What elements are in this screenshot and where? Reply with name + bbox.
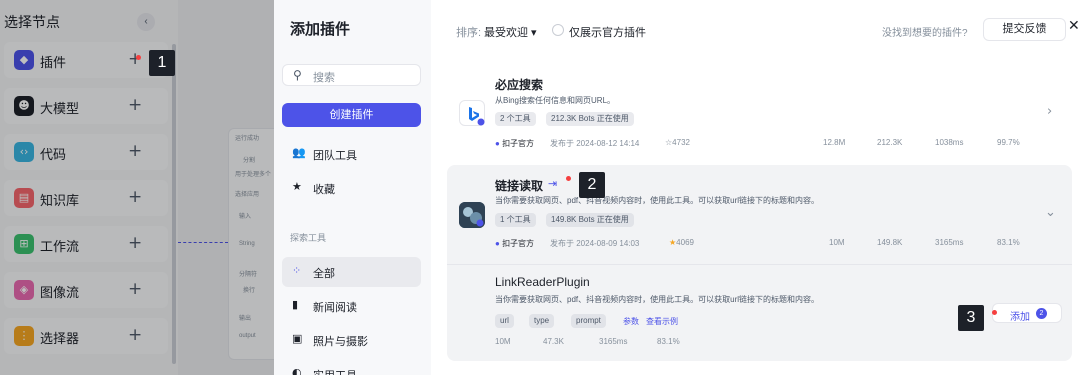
stat-calls: 12.8M (823, 138, 846, 147)
add-label: 添加 (1010, 312, 1030, 323)
divider (447, 264, 1072, 265)
params-link[interactable]: 参数 (623, 316, 639, 327)
sidebar-item-label: 收藏 (313, 184, 335, 196)
stat-bots: 212.3K (877, 138, 903, 147)
team-icon: 👥 (292, 146, 306, 159)
official-only-label[interactable]: 仅展示官方插件 (569, 24, 646, 40)
annotation-dot (992, 310, 997, 315)
sidebar-item-photo[interactable]: ▣ 照片与摄影 (282, 325, 421, 355)
news-icon: ▮ (292, 298, 299, 311)
sidebar-item-label: 新闻阅读 (313, 302, 357, 314)
add-count-badge: 2 (1036, 308, 1047, 319)
view-example-link[interactable]: 查看示例 (646, 316, 678, 327)
param-tag: url (495, 314, 514, 328)
create-plugin-button[interactable]: 创建插件 (282, 103, 421, 127)
sort-label: 排序: (456, 27, 482, 39)
favorite-value: 4069 (676, 238, 694, 247)
plugin-dialog-title: 添加插件 (290, 21, 351, 38)
sidebar-item-all[interactable]: ⁘ 全部 (282, 257, 421, 287)
stat-latency: 3165ms (599, 337, 628, 346)
tool-desc: 当你需要获取网页、pdf、抖音视频内容时，使用此工具。可以获取url链接下的标题… (495, 295, 820, 304)
sidebar-item-label: 团队工具 (313, 150, 357, 162)
stat-bots: 149.8K (877, 238, 903, 247)
sidebar-item-team-tools[interactable]: 👥 团队工具 (282, 139, 421, 169)
param-tag: type (529, 314, 555, 328)
publisher-icon: ● (495, 139, 503, 148)
search-icon: ⚲ (293, 68, 302, 82)
plugin-card-bing[interactable]: 必应搜索 从Bing搜索任何信息和网页URL。 2 个工具 212.3K Bot… (447, 66, 1072, 160)
bing-icon (459, 100, 485, 126)
sidebar-item-label: 实用工具 (313, 367, 357, 375)
param-tag: prompt (571, 314, 606, 328)
favorite-count: ☆4732 (665, 138, 690, 147)
sidebar-item-label: 全部 (313, 268, 335, 280)
chevron-right-icon[interactable]: › (1047, 104, 1052, 119)
publisher-label: 扣子官方 (502, 239, 535, 248)
annotation-dot (136, 55, 141, 60)
tool-count-tag: 1 个工具 (495, 213, 536, 227)
link-reader-icon (459, 202, 485, 228)
plugin-name: 链接读取 (495, 179, 544, 193)
grid-icon: ⁘ (292, 264, 302, 277)
stat-bots: 47.3K (543, 337, 564, 346)
sidebar-item-news[interactable]: ▮ 新闻阅读 (282, 291, 421, 321)
close-icon[interactable]: ✕ (1068, 18, 1080, 34)
bots-count-tag: 149.8K Bots 正在使用 (546, 213, 634, 227)
photo-icon: ▣ (292, 332, 303, 345)
stat-latency: 1038ms (935, 138, 964, 147)
not-found-text: 没找到想要的插件? (882, 28, 968, 39)
feedback-button[interactable]: 提交反馈 (983, 18, 1066, 41)
add-tool-button[interactable]: 添加 2 (992, 303, 1062, 323)
plugin-name: 必应搜索 (495, 78, 544, 92)
stat-latency: 3165ms (935, 238, 964, 247)
chevron-down-icon[interactable]: ⌄ (1045, 205, 1056, 220)
publisher-label: 扣子官方 (502, 139, 535, 148)
publisher-icon: ● (495, 239, 503, 248)
search-input[interactable]: ⚲ 搜索 (282, 64, 421, 86)
star-icon: ★ (292, 180, 302, 193)
sort-dropdown[interactable]: 最受欢迎 ▾ (484, 24, 537, 40)
annotation-badge-3: 3 (958, 305, 984, 331)
plugin-card-link-reader[interactable]: 链接读取 ⇥ 当你需要获取网页、pdf、抖音视频内容时，使用此工具。可以获取ur… (447, 165, 1072, 361)
favorite-value: 4732 (672, 138, 690, 147)
plugin-desc: 当你需要获取网页、pdf、抖音视频内容时，使用此工具。可以获取url链接下的标题… (495, 196, 820, 205)
publish-date: 发布于 2024-08-09 14:03 (550, 239, 640, 248)
stat-success-rate: 83.1% (657, 337, 680, 346)
tool-icon: ◐ (292, 366, 302, 375)
plugin-sidebar: 添加插件 ⚲ 搜索 创建插件 👥 团队工具 ★ 收藏 探索工具 ⁘ 全部 ▮ 新… (274, 0, 431, 375)
publisher: ● 扣子官方 (495, 138, 534, 149)
stat-success-rate: 99.7% (997, 138, 1020, 147)
stat-success-rate: 83.1% (997, 238, 1020, 247)
bots-count-tag: 212.3K Bots 正在使用 (546, 112, 634, 126)
section-title: 探索工具 (290, 233, 327, 243)
stat-calls: 10M (495, 337, 511, 346)
tool-name: LinkReaderPlugin (495, 275, 590, 289)
external-link-icon[interactable]: ⇥ (548, 177, 557, 190)
stat-calls: 10M (829, 238, 845, 247)
annotation-badge-2: 2 (579, 172, 605, 198)
annotation-dot (566, 176, 571, 181)
sidebar-item-label: 照片与摄影 (313, 336, 368, 348)
sidebar-item-utilities[interactable]: ◐ 实用工具 (282, 359, 421, 375)
publisher: ● 扣子官方 (495, 238, 534, 249)
tool-count-tag: 2 个工具 (495, 112, 536, 126)
sidebar-item-favorites[interactable]: ★ 收藏 (282, 173, 421, 203)
plugin-desc: 从Bing搜索任何信息和网页URL。 (495, 96, 616, 105)
official-only-radio[interactable] (552, 24, 564, 36)
favorite-count: ★4069 (669, 238, 694, 247)
publish-date: 发布于 2024-08-12 14:14 (550, 139, 640, 148)
annotation-badge-1: 1 (149, 50, 175, 76)
search-placeholder: 搜索 (313, 72, 335, 84)
